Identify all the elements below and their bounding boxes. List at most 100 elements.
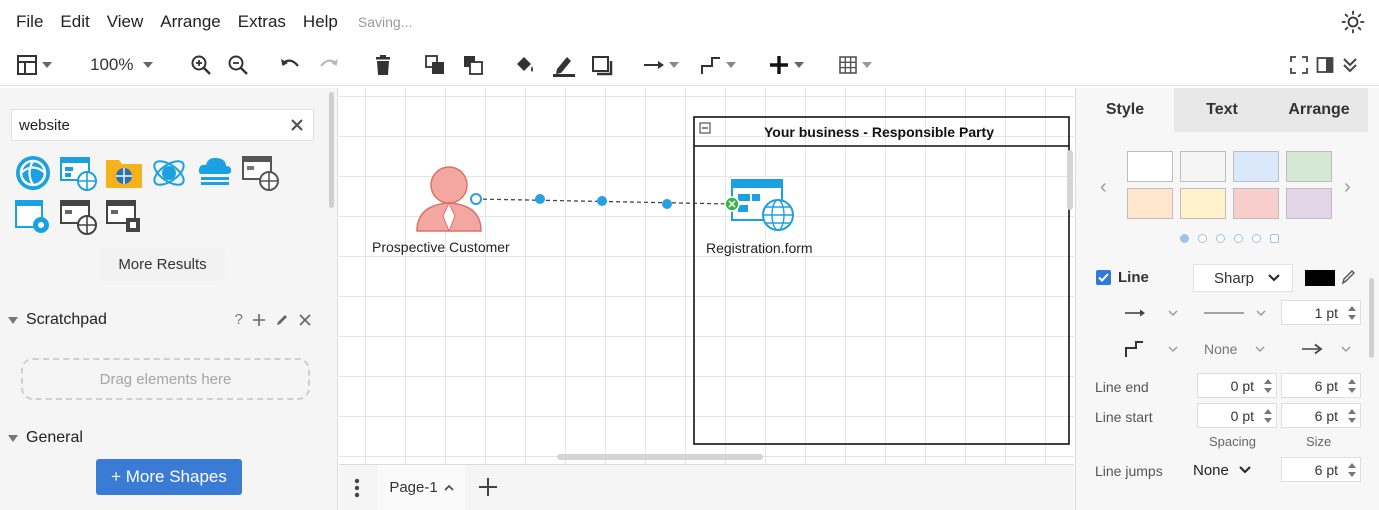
diagram-canvas[interactable]: Your business - Responsible Party Prospe… [339,88,1074,464]
more-shapes-button[interactable]: + More Shapes [96,459,242,495]
menu-view[interactable]: View [107,12,144,32]
style-swatch-red[interactable] [1233,188,1279,219]
line-jumps-select[interactable]: None [1193,457,1253,483]
swatch-page-dot[interactable] [1180,234,1189,243]
line-end-marker-select[interactable] [1301,336,1361,362]
line-style-select[interactable]: Sharp [1193,264,1293,292]
waypoints-button[interactable] [700,52,736,78]
spinner-arrows-icon[interactable] [1347,377,1357,395]
style-swatch-white[interactable] [1127,151,1173,182]
spinner-arrows-icon[interactable] [1347,407,1357,425]
zoom-out-button[interactable] [227,52,249,78]
canvas-vertical-scrollbar[interactable] [1067,150,1073,210]
line-width-input[interactable]: 1 pt [1281,300,1361,325]
page-tab[interactable]: Page-1 [378,465,465,510]
website-globe-icon[interactable] [59,154,97,192]
spinner-arrows-icon[interactable] [1263,407,1273,425]
globe-network-icon[interactable] [14,154,52,192]
tab-style[interactable]: Style [1076,88,1174,132]
cloud-server-icon[interactable] [196,154,234,192]
to-front-button[interactable] [424,52,446,78]
delete-button[interactable] [372,52,394,78]
web-page-network-icon[interactable] [59,198,97,236]
line-color-swatch[interactable] [1305,270,1335,286]
format-panel-scrollbar[interactable] [1369,278,1374,358]
line-color-button[interactable] [552,52,576,78]
sidebar-scrollbar[interactable] [329,92,334,208]
swatch-page-dot[interactable] [1234,234,1243,243]
theme-toggle-icon[interactable] [1341,10,1365,34]
orbit-globe-icon[interactable] [150,154,188,192]
line-start-size-input[interactable]: 6 pt [1281,403,1361,428]
edge-waypoint-handle[interactable] [535,194,545,204]
fullscreen-button[interactable] [1290,52,1308,78]
style-swatch-purple[interactable] [1286,188,1332,219]
spinner-arrows-icon[interactable] [1347,304,1357,322]
shadow-button[interactable] [591,52,613,78]
edge-waypoint-handle[interactable] [597,196,607,206]
close-icon[interactable] [290,118,304,132]
line-start-spacing-input[interactable]: 0 pt [1197,403,1277,428]
waypoints-select[interactable] [1124,336,1194,362]
swatch-page-dot[interactable] [1252,234,1261,243]
swatch-page-dot[interactable] [1270,234,1279,243]
line-end-size-input[interactable]: 6 pt [1281,373,1361,398]
spinner-arrows-icon[interactable] [1263,377,1273,395]
canvas-horizontal-scrollbar[interactable] [557,454,763,460]
menu-help[interactable]: Help [303,12,338,32]
style-swatch-gray[interactable] [1180,151,1226,182]
tab-arrange[interactable]: Arrange [1270,88,1368,132]
swatch-page-dot[interactable] [1216,234,1225,243]
container-title[interactable]: Your business - Responsible Party [694,118,1064,146]
shape-search-input[interactable] [19,115,279,135]
registration-form-shape[interactable] [731,179,794,231]
edit-color-pencil-icon[interactable] [1340,268,1356,286]
menu-file[interactable]: File [16,12,43,32]
web-page-globe-icon[interactable] [241,154,279,192]
swatch-page-dot[interactable] [1198,234,1207,243]
insert-button[interactable] [768,52,804,78]
form-label[interactable]: Registration.form [706,240,813,256]
style-swatch-blue[interactable] [1233,151,1279,182]
redo-button[interactable] [318,52,340,78]
line-end-spacing-input[interactable]: 0 pt [1197,373,1277,398]
menu-arrange[interactable]: Arrange [160,12,220,32]
line-jumps-size-input[interactable]: 6 pt [1281,457,1361,482]
add-icon[interactable] [253,313,265,326]
tab-text[interactable]: Text [1174,88,1270,132]
collapse-toolbar-button[interactable] [1341,52,1359,78]
actor-label[interactable]: Prospective Customer [372,239,510,255]
edge-source-handle[interactable] [470,193,482,205]
style-swatch-green[interactable] [1286,151,1332,182]
general-header[interactable]: General [8,429,83,447]
edit-pencil-icon[interactable] [275,313,289,327]
scratchpad-header[interactable]: Scratchpad [8,311,107,329]
more-results-button[interactable]: More Results [100,248,225,281]
style-swatch-orange[interactable] [1127,188,1173,219]
chevron-up-icon[interactable] [444,484,454,491]
scratchpad-drop-zone[interactable]: Drag elements here [21,358,310,400]
responsible-party-container[interactable] [693,116,1070,445]
fill-color-button[interactable] [514,52,536,78]
spinner-arrows-icon[interactable] [1347,461,1357,479]
table-button[interactable] [838,52,872,78]
menu-extras[interactable]: Extras [238,12,286,32]
web-folder-icon[interactable] [105,154,143,192]
zoom-in-button[interactable] [190,52,212,78]
sidebar-toggle-button[interactable] [16,52,52,78]
line-checkbox[interactable] [1096,270,1111,285]
chevron-right-icon[interactable]: › [1344,176,1351,199]
zoom-select[interactable]: 100% [90,52,154,78]
kebab-menu-icon[interactable] [353,477,361,499]
line-pattern-select[interactable] [1204,300,1274,326]
format-panel-toggle-button[interactable] [1316,52,1334,78]
to-back-button[interactable] [462,52,484,78]
web-page-database-icon[interactable] [105,198,143,236]
edge-waypoint-handle[interactable] [662,199,672,209]
undo-button[interactable] [279,52,301,78]
help-icon[interactable]: ? [235,311,243,328]
line-start-marker-select[interactable]: None [1204,336,1274,362]
web-settings-icon[interactable] [14,198,52,236]
menu-edit[interactable]: Edit [60,12,89,32]
close-icon[interactable] [299,313,311,326]
